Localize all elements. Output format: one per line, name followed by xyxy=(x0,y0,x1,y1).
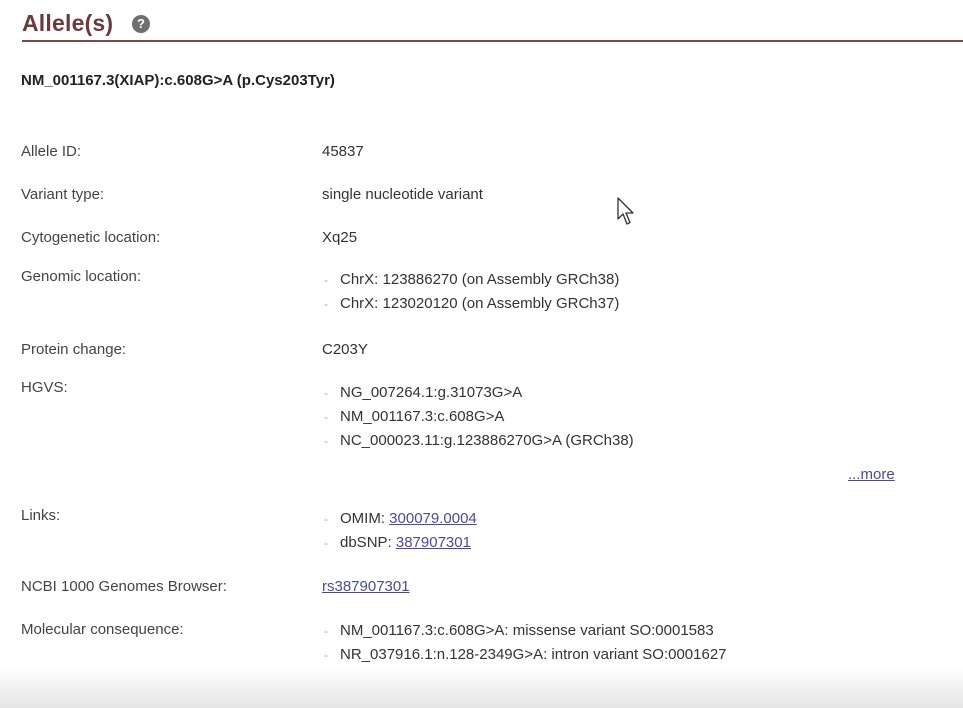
genomic-location-label: Genomic location: xyxy=(21,268,142,285)
protein-change-label: Protein change: xyxy=(21,341,127,358)
molecular-consequence-label: Molecular consequence: xyxy=(21,621,184,638)
links-list: OMIM: 300079.0004 dbSNP: 387907301 xyxy=(324,507,477,555)
hgvs-list: NG_007264.1:g.31073G>A NM_001167.3:c.608… xyxy=(324,381,634,453)
hgvs-label: HGVS: xyxy=(21,379,68,396)
protein-change-value: C203Y xyxy=(322,341,368,358)
list-item: NC_000023.11:g.123886270G>A (GRCh38) xyxy=(324,429,634,453)
list-item: ChrX: 123886270 (on Assembly GRCh38) xyxy=(324,268,619,292)
list-item: NM_001167.3:c.608G>A xyxy=(324,405,634,429)
allele-id-value: 45837 xyxy=(322,143,364,160)
section-title: Allele(s) xyxy=(22,10,114,36)
links-label: Links: xyxy=(21,507,61,524)
list-item: NG_007264.1:g.31073G>A xyxy=(324,381,634,405)
genomic-location-list: ChrX: 123886270 (on Assembly GRCh38) Chr… xyxy=(324,268,619,316)
more-link[interactable]: ...more xyxy=(848,466,895,483)
variant-type-label: Variant type: xyxy=(21,186,105,203)
help-icon[interactable]: ? xyxy=(132,15,150,33)
genomes-browser-link[interactable]: rs387907301 xyxy=(322,578,410,595)
allele-name: NM_001167.3(XIAP):c.608G>A (p.Cys203Tyr) xyxy=(21,72,335,89)
variant-type-value: single nucleotide variant xyxy=(322,186,483,203)
bottom-fade xyxy=(0,668,963,708)
list-item: OMIM: 300079.0004 xyxy=(324,507,477,531)
list-item: ChrX: 123020120 (on Assembly GRCh37) xyxy=(324,292,619,316)
dbsnp-link[interactable]: 387907301 xyxy=(396,534,471,551)
allele-id-label: Allele ID: xyxy=(21,143,82,160)
molecular-consequence-list: NM_001167.3:c.608G>A: missense variant S… xyxy=(324,619,727,667)
omim-prefix: OMIM: xyxy=(340,510,390,527)
genomes-browser-label: NCBI 1000 Genomes Browser: xyxy=(21,578,227,595)
list-item: NR_037916.1:n.128-2349G>A: intron varian… xyxy=(324,643,727,667)
section-header: Allele(s) ? xyxy=(22,4,963,42)
list-item: dbSNP: 387907301 xyxy=(324,531,477,555)
list-item: NM_001167.3:c.608G>A: missense variant S… xyxy=(324,619,727,643)
allele-panel: Allele(s) ? NM_001167.3(XIAP):c.608G>A (… xyxy=(0,0,963,708)
mouse-pointer-icon xyxy=(617,197,634,225)
omim-link[interactable]: 300079.0004 xyxy=(389,510,477,527)
dbsnp-prefix: dbSNP: xyxy=(340,534,396,551)
cytogenetic-location-value: Xq25 xyxy=(322,229,358,246)
cytogenetic-location-label: Cytogenetic location: xyxy=(21,229,161,246)
